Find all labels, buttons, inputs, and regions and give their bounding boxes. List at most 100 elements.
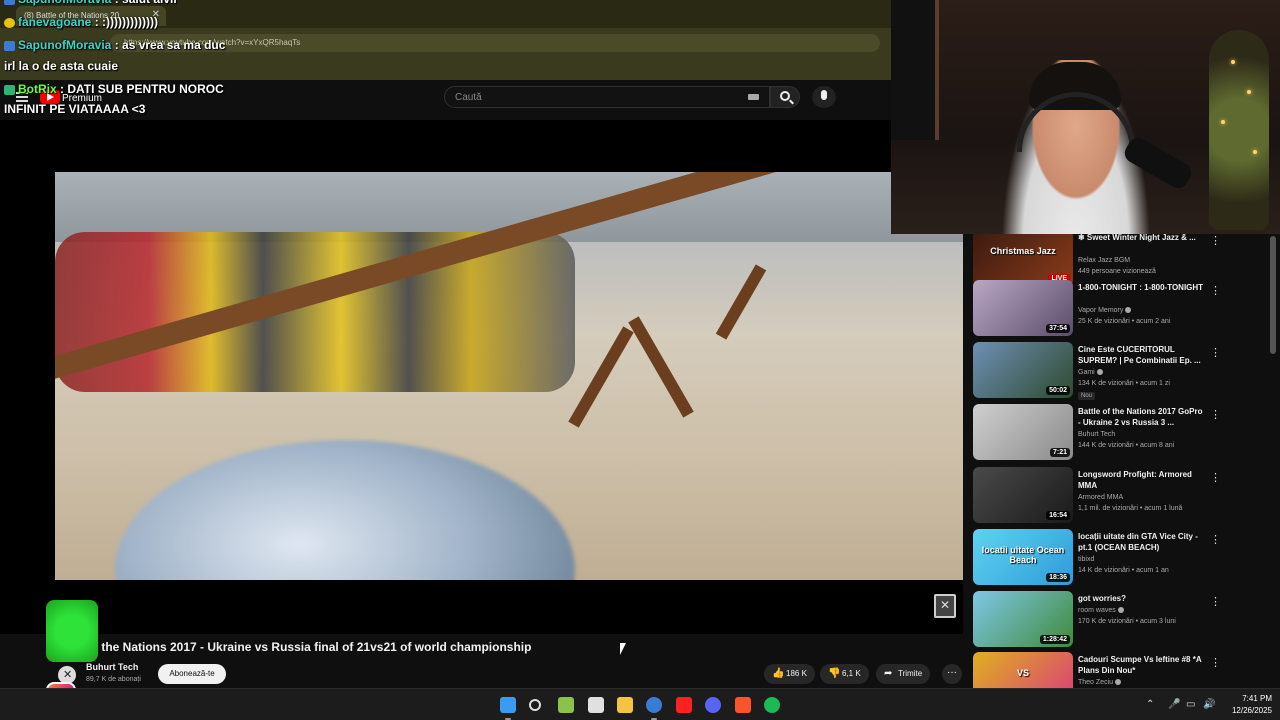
sidebar-channel-name[interactable]: tibixd [1078,556,1094,563]
voice-search-button[interactable] [812,86,836,108]
file-explorer-icon[interactable] [617,697,633,713]
dislike-button[interactable]: 👎 6,1 K [820,664,869,684]
sidebar-video-title[interactable]: locații uitate din GTA Vice City - pt.1 … [1078,531,1204,553]
sidebar-scrollbar[interactable] [1270,236,1276,354]
video-player[interactable] [0,120,963,634]
sidebar-channel-name[interactable]: Theo Zeciu [1078,679,1122,686]
sidebar-video-meta: 14 K de vizionări • acum 1 an [1078,567,1169,574]
duration-badge: 1:28:42 [1039,635,1070,644]
chat-badge-icon [4,84,15,95]
sidebar-channel-name[interactable]: Buhurt Tech [1078,431,1115,438]
video-thumbnail[interactable]: 37:54 [973,280,1073,336]
youtube-icon[interactable] [676,697,692,713]
kebab-menu-icon[interactable]: ⋮ [1210,346,1221,359]
video-thumbnail[interactable]: locatii uitate Ocean Beach 18:36 [973,529,1073,585]
clock-date[interactable]: 12/26/2025 [1220,706,1272,715]
sidebar-channel-label: Armored MMA [1078,494,1124,501]
video-thumbnail[interactable]: 1:28:42 [973,591,1073,647]
chat-message: INFINIT PE VIATAAAA <3 [4,102,145,116]
search-button[interactable] [770,86,800,108]
share-label: Trimite [898,669,923,678]
chat-username: fanevagoane [18,15,92,29]
chat-username: SapunofMoravia [18,0,111,6]
kebab-menu-icon[interactable]: ⋮ [1210,234,1221,247]
clock-time[interactable]: 7:41 PM [1228,694,1272,703]
sidebar-video-title[interactable]: got worries? [1078,593,1204,604]
sidebar-channel-name[interactable]: Vapor Memory [1078,307,1132,314]
sidebar-video-title[interactable]: Longsword Profight: Armored MMA [1078,469,1204,491]
sidebar-video-title[interactable]: Cine Este CUCERITORUL SUPREM? | Pe Combi… [1078,344,1204,366]
sidebar-channel-name[interactable]: Armored MMA [1078,494,1123,501]
sidebar-channel-name[interactable]: Relax Jazz BGM [1078,257,1130,264]
channel-watermark-icon[interactable] [934,594,956,618]
sidebar-video-title[interactable]: Battle of the Nations 2017 GoPro - Ukrai… [1078,406,1204,428]
subscribe-button[interactable]: Abonează-te [158,664,226,684]
chat-message: fanevagoane : :))))))))))))) [4,15,158,29]
network-icon[interactable]: ▭ [1186,699,1195,710]
video-fence-leg [715,264,767,340]
kebab-menu-icon[interactable]: ⋮ [1210,656,1221,669]
chat-message: BotRix : DATI SUB PENTRU NOROC [4,82,224,96]
duration-badge: 7:21 [1049,448,1070,457]
sidebar-video-item[interactable]: 7:21 Battle of the Nations 2017 GoPro - U… [973,404,1269,464]
kebab-menu-icon[interactable]: ⋮ [1210,533,1221,546]
thumbs-down-icon: 👎 [828,668,841,679]
tray-chevron-icon[interactable]: ⌃ [1146,699,1154,710]
recommendations-sidebar: Christmas Jazz LIVE ❄ Sweet Winter Night J… [963,234,1280,688]
search-input[interactable]: Caută [444,86,770,108]
verified-icon [1115,679,1122,686]
chrome-icon[interactable] [646,697,662,713]
kebab-menu-icon[interactable]: ⋮ [1210,471,1221,484]
chat-separator: : [56,82,68,96]
kebab-menu-icon[interactable]: ⋮ [1210,595,1221,608]
video-thumbnail[interactable]: 50:02 [973,342,1073,398]
video-thumbnail[interactable]: 7:21 [973,404,1073,460]
microphone-tray-icon[interactable]: 🎤 [1168,699,1180,710]
chat-badge-icon [4,0,15,5]
chat-separator: : [91,15,103,29]
sidebar-channel-name[interactable]: Gami [1078,369,1103,376]
video-thumbnail[interactable]: Christmas Jazz LIVE [973,234,1073,286]
chat-username: BotRix [18,82,57,96]
video-thumbnail[interactable]: VS [973,652,1073,688]
like-button[interactable]: 👍 186 K [764,664,815,684]
kebab-menu-icon[interactable]: ⋮ [1210,408,1221,421]
channel-name[interactable]: Buhurt Tech [86,662,138,672]
share-button[interactable]: ➦ Trimite [876,664,931,684]
webcam-tree-light [1253,150,1257,154]
chat-text: INFINIT PE VIATAAAA <3 [4,102,146,116]
screen: (8) Battle of the Nations 20 ✕ https://w… [0,0,1280,720]
sidebar-video-item[interactable]: 50:02 Cine Este CUCERITORUL SUPREM? | Pe … [973,342,1269,402]
chat-text: salut alvil [122,0,177,6]
sidebar-video-meta: 134 K de vizionări • acum 1 zi [1078,380,1170,387]
sidebar-video-item[interactable]: 37:54 1-800-TONIGHT : 1-800-TONIGHT Vapor … [973,280,1269,340]
chat-text: DATI SUB PENTRU NOROC [67,82,224,96]
discord-icon[interactable] [705,697,721,713]
spotify-icon[interactable] [764,697,780,713]
sidebar-video-item[interactable]: 1:28:42 got worries? room waves 170 K de vi… [973,591,1269,651]
sidebar-video-title[interactable]: Cadouri Scumpe Vs Ieftine #8 *A Plans Di… [1078,654,1204,676]
more-actions-button[interactable]: ··· [942,664,962,684]
sidebar-video-title[interactable]: ❄ Sweet Winter Night Jazz & ... [1078,234,1204,243]
video-thumbnail[interactable]: 16:54 [973,467,1073,523]
webcam-door [891,0,939,140]
video-frame[interactable] [55,172,963,580]
address-bar[interactable]: https://www.youtube.com/watch?v=xYxQR5ha… [110,34,880,52]
windows-start-icon[interactable] [500,697,516,713]
search-icon[interactable] [529,699,541,711]
volume-icon[interactable]: 🔊 [1203,699,1215,710]
brave-icon[interactable] [735,697,751,713]
keyboard-icon[interactable] [748,94,759,100]
app-green-icon[interactable] [558,697,574,713]
sidebar-video-item[interactable]: locatii uitate Ocean Beach 18:36 locații u… [973,529,1269,589]
sidebar-channel-name[interactable]: room waves [1078,607,1124,614]
sidebar-video-meta: 25 K de vizionări • acum 2 ani [1078,318,1171,325]
sidebar-video-title[interactable]: 1-800-TONIGHT : 1-800-TONIGHT [1078,282,1204,293]
chat-message: irl la o de asta cuaie [4,59,118,73]
webcam-christmas-tree [1209,30,1269,230]
kebab-menu-icon[interactable]: ⋮ [1210,284,1221,297]
app-colorful-icon[interactable] [588,697,604,713]
sidebar-video-item[interactable]: VS Cadouri Scumpe Vs Ieftine #8 *A Plans … [973,652,1269,688]
sidebar-video-item[interactable]: 16:54 Longsword Profight: Armored MMA Armo… [973,467,1269,527]
verified-icon [1125,307,1132,314]
